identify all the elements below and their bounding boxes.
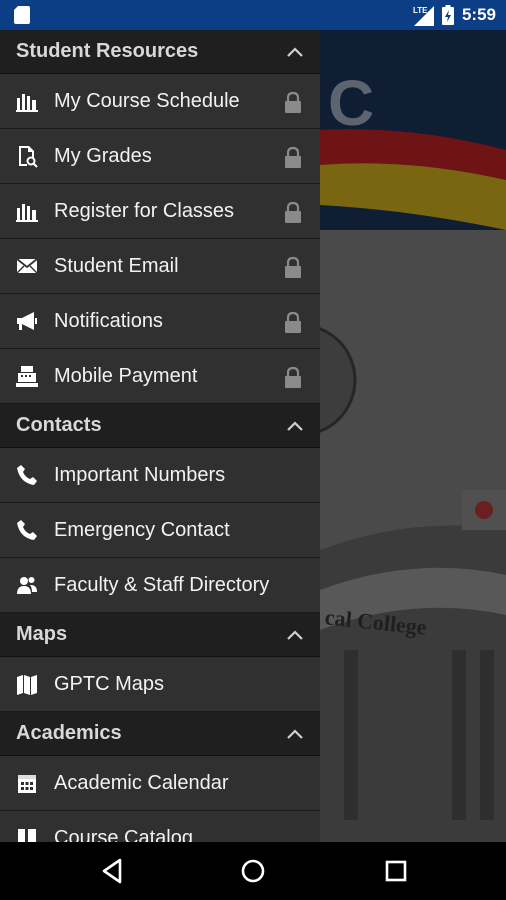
lock-icon [285, 201, 301, 223]
envelope-icon [16, 258, 38, 274]
phone-icon [17, 465, 37, 485]
megaphone-icon [17, 312, 37, 330]
menu-item-label: Important Numbers [54, 463, 226, 486]
lock-icon [285, 146, 301, 168]
menu-item-label: Notifications [54, 309, 163, 332]
navigation-drawer[interactable]: Student Resources My Course Schedule My Gr… [0, 30, 320, 842]
background-content: C cal College [320, 30, 506, 842]
status-time: 5:59 [461, 5, 496, 24]
grades-icon [19, 146, 38, 168]
status-bar: LTE 5:59 [0, 0, 506, 30]
network-label: LTE [413, 6, 428, 15]
lock-icon [285, 366, 301, 388]
menu-item-label: Emergency Contact [54, 518, 230, 541]
background-image: C cal College [320, 30, 506, 842]
menu-item[interactable]: Register for Classes [0, 184, 320, 239]
menu-item-label: Faculty & Staff Directory [54, 573, 270, 596]
lock-icon [285, 256, 301, 278]
section-title: Contacts [16, 414, 102, 436]
menu-item[interactable]: Course Catalog [0, 811, 320, 842]
lock-icon [285, 311, 301, 333]
home-button[interactable] [238, 856, 268, 886]
menu-item[interactable]: Important Numbers [0, 448, 320, 503]
cash-register-icon [16, 366, 38, 387]
menu-item-label: My Grades [54, 144, 152, 167]
lock-icon [285, 91, 301, 113]
menu-item[interactable]: Student Email [0, 239, 320, 294]
menu-item-label: My Course Schedule [54, 89, 240, 112]
phone-icon [17, 520, 37, 540]
sd-card-icon [14, 6, 30, 24]
menu-item-label: Mobile Payment [54, 364, 198, 387]
section-header[interactable]: Academics [0, 712, 320, 756]
menu-item[interactable]: My Grades [0, 129, 320, 184]
battery-icon [441, 5, 454, 25]
background-letter: C [328, 67, 374, 139]
system-navigation-bar [0, 842, 506, 900]
section-title: Student Resources [16, 40, 199, 62]
menu-item-label: Register for Classes [54, 199, 235, 222]
menu-item[interactable]: Notifications [0, 294, 320, 349]
building-icon [16, 204, 38, 222]
back-button[interactable] [98, 856, 128, 886]
chevron-up-icon[interactable] [286, 46, 304, 58]
menu-item[interactable]: Faculty & Staff Directory [0, 558, 320, 613]
section-header[interactable]: Student Resources [0, 30, 320, 74]
menu-item[interactable]: Mobile Payment [0, 349, 320, 404]
menu-item-label: Academic Calendar [54, 771, 229, 794]
calendar-icon [18, 775, 36, 793]
signal-icon: LTE [413, 6, 434, 26]
menu-item[interactable]: GPTC Maps [0, 657, 320, 712]
menu-item-label: Student Email [54, 254, 179, 277]
section-title: Academics [16, 722, 122, 744]
building-icon [16, 94, 38, 112]
section-header[interactable]: Contacts [0, 404, 320, 448]
menu-item-label: Course Catalog [54, 826, 193, 843]
menu-item-label: GPTC Maps [54, 672, 165, 695]
section-title: Maps [16, 623, 68, 645]
section-header[interactable]: Maps [0, 613, 320, 657]
book-icon [18, 829, 36, 842]
menu-item[interactable]: Academic Calendar [0, 756, 320, 811]
menu-item[interactable]: My Course Schedule [0, 74, 320, 129]
people-icon [17, 577, 37, 594]
chevron-up-icon[interactable] [286, 728, 304, 740]
chevron-up-icon[interactable] [286, 420, 304, 432]
status-right: LTE 5:59 [412, 4, 496, 26]
chevron-up-icon[interactable] [286, 629, 304, 641]
recents-button[interactable] [381, 856, 411, 886]
menu-item[interactable]: Emergency Contact [0, 503, 320, 558]
map-icon [17, 675, 37, 695]
